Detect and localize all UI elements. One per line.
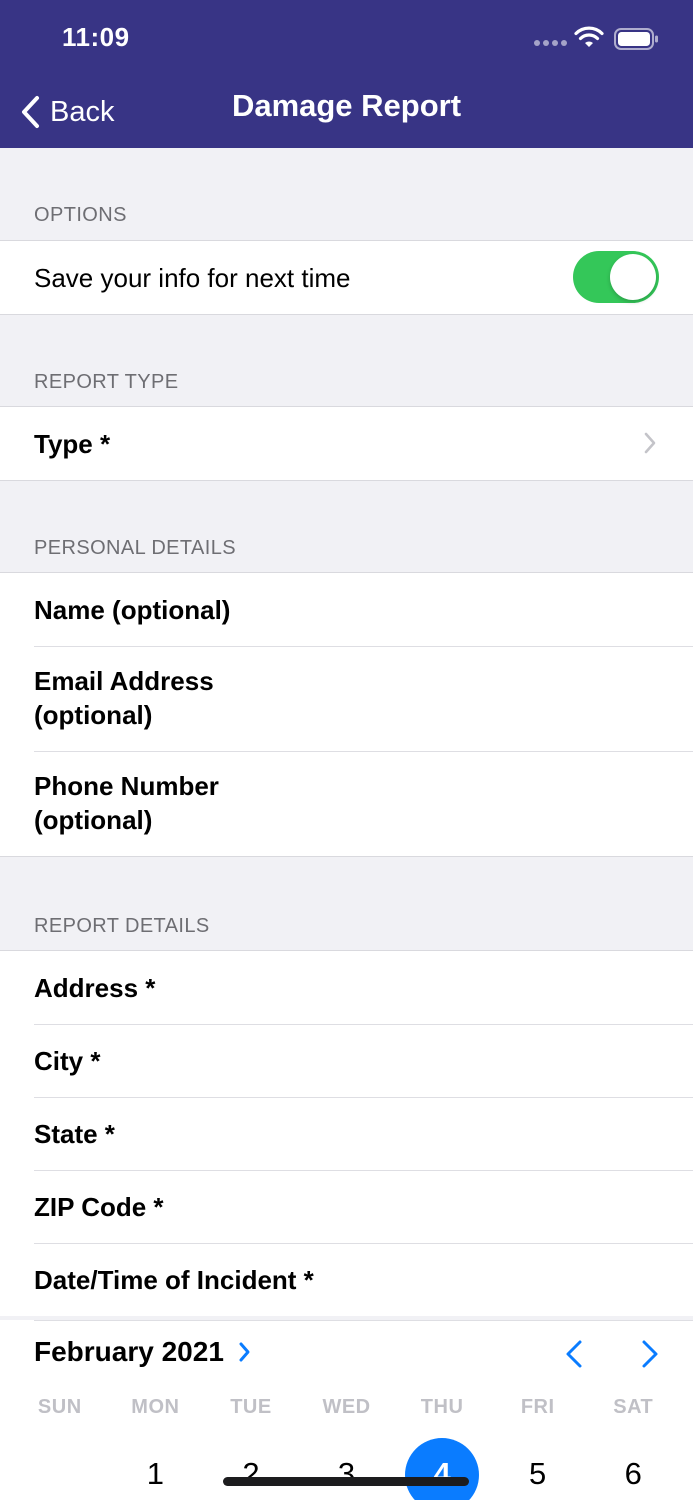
weekday-label: MON [131,1396,180,1418]
calendar-day-selected[interactable]: 4 [394,1438,490,1500]
previous-month-button[interactable] [562,1338,586,1370]
section-header-options: OPTIONS [34,204,127,226]
section-header-report-details: REPORT DETAILS [34,915,210,937]
phone-label: Phone Number (optional) [34,771,219,835]
day-number: 2 [242,1456,260,1491]
email-label: Email Address (optional) [34,666,214,730]
save-info-row: Save your info for next time [0,241,693,314]
address-label: Address * [34,972,156,1003]
month-label: February 2021 [34,1336,224,1367]
weekday-header: SUN MON TUE WED THU FRI SAT [12,1396,681,1419]
chevron-right-icon [239,1342,250,1362]
personal-details-group: Name (optional) Email Address (optional)… [0,572,693,857]
day-number: 1 [146,1456,164,1491]
chevron-right-icon [644,432,656,454]
options-group: Save your info for next time [0,240,693,315]
calendar-day[interactable]: 5 [490,1438,586,1500]
day-number: 3 [337,1456,356,1491]
calendar-week: 1 2 3 4 5 6 [12,1438,681,1500]
battery-icon [614,28,658,50]
save-info-label: Save your info for next time [34,262,351,293]
city-field[interactable]: City * [0,1024,693,1097]
state-label: State * [34,1118,115,1149]
calendar-day[interactable]: 1 [108,1438,204,1500]
weekday-label: FRI [520,1396,555,1418]
address-field[interactable]: Address * [0,951,693,1024]
calendar-day-empty [12,1438,108,1500]
page-title: Damage Report [231,88,462,123]
state-field[interactable]: State * [0,1097,693,1170]
wifi-icon [574,26,604,47]
save-info-toggle[interactable] [573,251,659,303]
weekday-label: TUE [230,1396,272,1418]
type-label: Type * [34,428,111,459]
calendar-day[interactable]: 6 [585,1438,681,1500]
weekday-label: WED [322,1396,371,1418]
status-time: 11:09 [62,22,130,52]
date-picker: February 2021 SUN MON TUE WED THU FRI SA… [0,1320,693,1500]
navigation-bar: 11:09 Back Damage Report [0,0,693,148]
weekday-label: SUN [37,1396,82,1418]
next-month-button[interactable] [638,1338,662,1370]
report-type-group: Type * [0,406,693,481]
name-label: Name (optional) [34,594,231,625]
day-number: 5 [529,1456,547,1491]
type-row[interactable]: Type * [0,407,693,480]
section-header-report-type: REPORT TYPE [34,371,179,393]
month-year-button[interactable]: February 2021 [34,1336,252,1368]
divider [34,1320,693,1321]
home-indicator[interactable] [223,1477,469,1486]
calendar-day[interactable]: 2 [203,1438,299,1500]
datetime-label: Date/Time of Incident * [34,1264,314,1295]
toggle-knob [610,254,656,300]
zip-label: ZIP Code * [34,1191,164,1222]
report-details-group: Address * City * State * ZIP Code * Date… [0,950,693,1316]
email-field[interactable]: Email Address (optional) [0,646,693,751]
name-field[interactable]: Name (optional) [0,573,693,646]
section-header-personal-details: PERSONAL DETAILS [34,537,237,559]
city-label: City * [34,1045,101,1076]
day-number: 6 [624,1456,642,1491]
datetime-row: Date/Time of Incident * [0,1243,693,1316]
weekday-label: THU [420,1396,464,1418]
weekday-label: SAT [613,1396,654,1418]
phone-field[interactable]: Phone Number (optional) [0,751,693,856]
zip-field[interactable]: ZIP Code * [0,1170,693,1243]
calendar-day[interactable]: 3 [299,1438,395,1500]
cellular-signal-icon [534,40,567,46]
day-number: 4 [433,1456,451,1491]
